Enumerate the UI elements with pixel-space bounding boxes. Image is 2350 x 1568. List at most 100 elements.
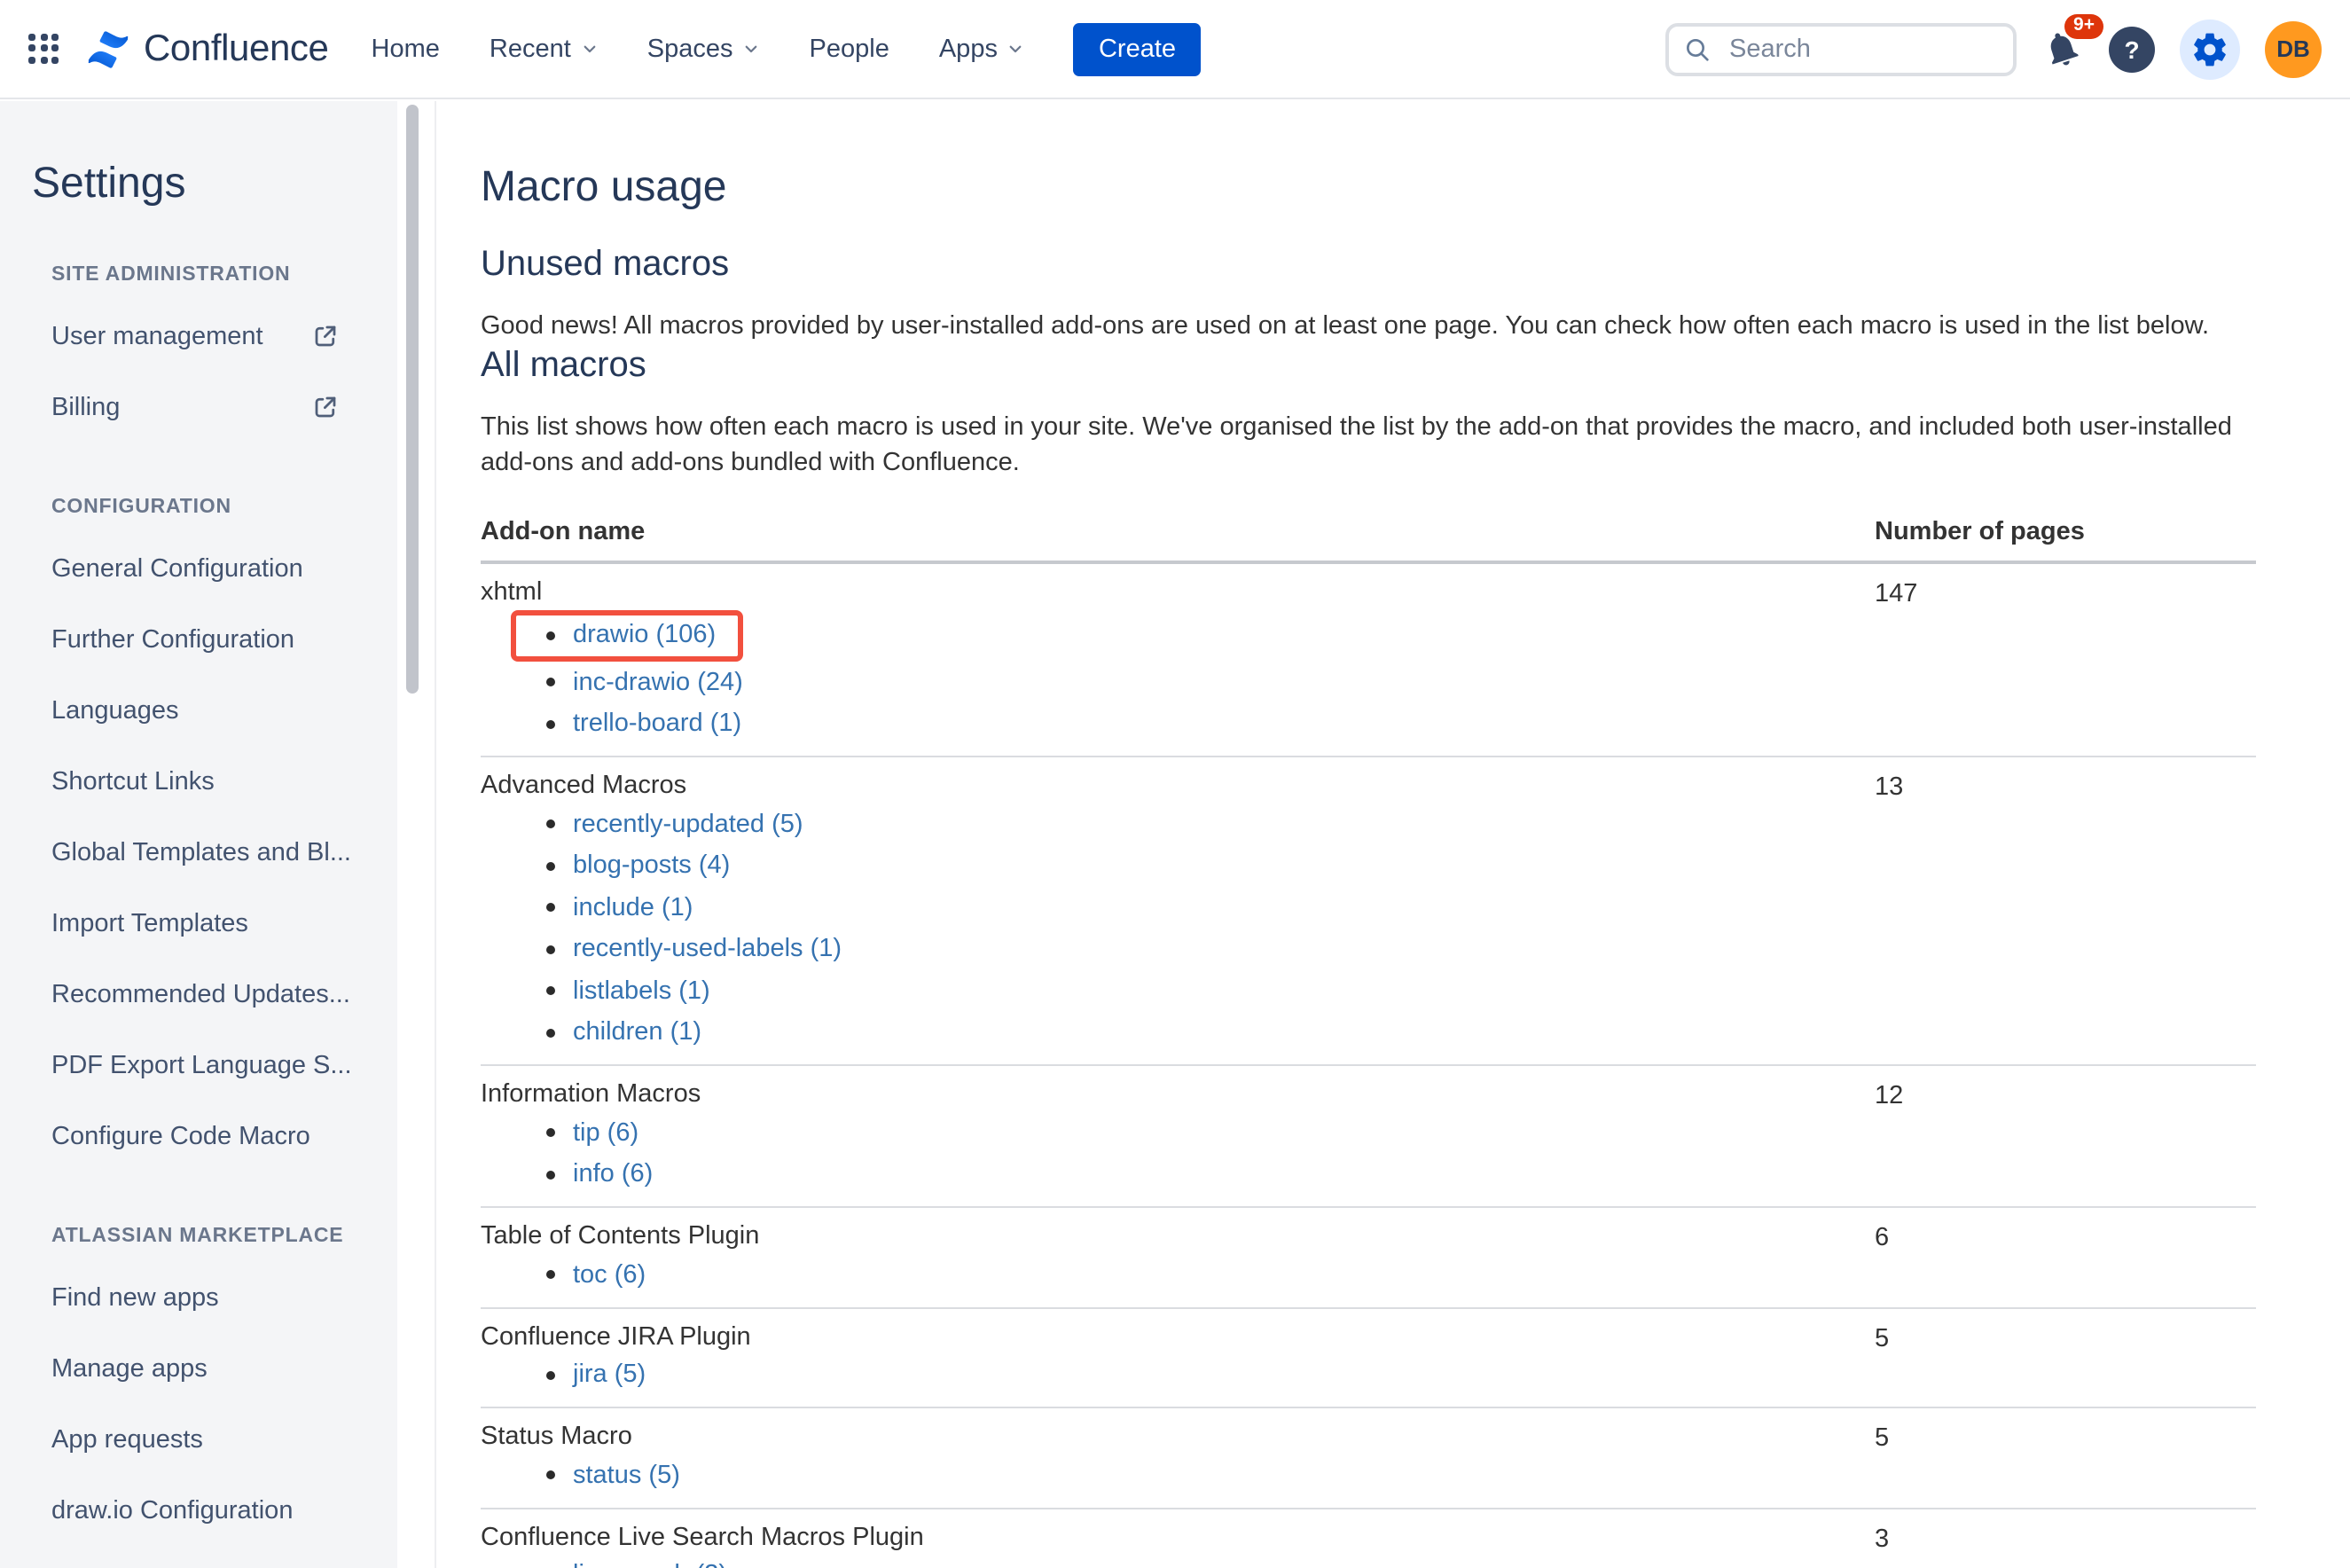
help-button[interactable]: ?: [2109, 26, 2155, 72]
sidebar-item-draw-io-configuration[interactable]: draw.io Configuration: [0, 1476, 397, 1547]
bullet-icon: [546, 631, 555, 639]
sidebar-item-user-management[interactable]: User management: [0, 302, 397, 372]
sidebar-item-general-configuration[interactable]: General Configuration: [0, 534, 397, 605]
macro-list-item: recently-updated (5): [481, 804, 1875, 845]
sidebar-item-manage-apps[interactable]: Manage apps: [0, 1334, 397, 1405]
top-navigation-bar: Confluence Home Recent Spaces People Apps Cr…: [0, 0, 2350, 99]
macro-link-children-1[interactable]: children (1): [573, 1015, 701, 1051]
macro-link-listlabels-1[interactable]: listlabels (1): [573, 974, 710, 1009]
bullet-icon: [546, 719, 555, 729]
macro-link-livesearch-3[interactable]: livesearch (3): [573, 1558, 727, 1568]
page-title: Macro usage: [481, 163, 727, 211]
bullet-icon: [546, 819, 555, 829]
sidebar-section-site-administration: SITE ADMINISTRATION User management Billin…: [0, 264, 397, 443]
sidebar-item-further-configuration[interactable]: Further Configuration: [0, 605, 397, 676]
addon-cell: Advanced Macros recently-updated (5) blog-…: [481, 768, 1875, 1054]
addon-cell: Confluence JIRA Plugin jira (5): [481, 1319, 1875, 1396]
settings-button-active[interactable]: [2180, 19, 2240, 79]
nav-item-people[interactable]: People: [810, 35, 889, 63]
sidebar-item-app-requests[interactable]: App requests: [0, 1405, 397, 1476]
addon-cell: Table of Contents Plugin toc (6): [481, 1219, 1875, 1296]
sidebar-item-global-templates-and-bl[interactable]: Global Templates and Bl...: [0, 818, 397, 889]
search-icon: [1687, 38, 1709, 60]
macro-link-include-1[interactable]: include (1): [573, 890, 693, 926]
user-avatar[interactable]: DB: [2265, 20, 2322, 77]
bullet-icon: [546, 986, 555, 996]
macro-link-tip-6[interactable]: tip (6): [573, 1116, 638, 1151]
macro-list-item: livesearch (3): [481, 1555, 1875, 1568]
sidebar-item-recommended-updates[interactable]: Recommended Updates...: [0, 960, 397, 1031]
nav-item-label: Apps: [938, 35, 998, 63]
sidebar-item-billing[interactable]: Billing: [0, 372, 397, 443]
section-heading-unused-macros: Unused macros: [481, 245, 730, 284]
bullet-icon: [546, 903, 555, 913]
macro-list: drawio (106) inc-drawio (24) trello-board …: [481, 610, 1875, 745]
sidebar-item-label: Further Configuration: [51, 626, 295, 655]
sidebar-item-label: General Configuration: [51, 555, 303, 584]
macro-list: livesearch (3): [481, 1555, 1875, 1568]
sidebar-item-label: Shortcut Links: [51, 768, 215, 796]
nav-item-label: Home: [371, 35, 440, 63]
gear-icon: [2194, 32, 2226, 66]
macro-list-item: tip (6): [481, 1112, 1875, 1154]
macro-link-jira-5[interactable]: jira (5): [573, 1358, 646, 1393]
pages-count: 13: [1875, 773, 1904, 802]
table-row-confluence-jira-plugin: Confluence JIRA Plugin jira (5) 5: [481, 1308, 2256, 1408]
table-row-table-of-contents-plugin: Table of Contents Plugin toc (6) 6: [481, 1208, 2256, 1308]
confluence-logo[interactable]: Confluence: [85, 26, 329, 72]
macro-list-item: drawio (106): [481, 610, 1875, 662]
confluence-app: Confluence Home Recent Spaces People Apps Cr…: [0, 0, 2350, 1568]
app-switcher-icon[interactable]: [28, 33, 60, 65]
nav-item-home[interactable]: Home: [372, 35, 440, 63]
macro-list-item: children (1): [481, 1012, 1875, 1054]
primary-nav: Home Recent Spaces People Apps: [372, 35, 1024, 63]
sidebar-item-label: Billing: [51, 394, 121, 422]
chevron-down-icon: [746, 45, 757, 53]
column-header-number-of-pages: Number of pages: [1875, 518, 2085, 546]
macro-list: jira (5): [481, 1354, 1875, 1396]
nav-item-label: Recent: [489, 35, 571, 63]
sidebar-item-shortcut-links[interactable]: Shortcut Links: [0, 747, 397, 818]
chevron-down-icon: [584, 45, 596, 53]
nav-item-recent[interactable]: Recent: [490, 35, 598, 63]
topnav-icon-cluster: 9+ ? DB: [2041, 13, 2322, 79]
search-input[interactable]: [1665, 22, 2017, 75]
macro-link-drawio-106[interactable]: drawio (106): [573, 617, 716, 653]
macro-link-recently-updated-5[interactable]: recently-updated (5): [573, 807, 803, 843]
sidebar-item-label: Import Templates: [51, 910, 248, 938]
macro-link-trello-board-1[interactable]: trello-board (1): [573, 707, 741, 742]
macro-link-status-5[interactable]: status (5): [573, 1458, 680, 1494]
create-button[interactable]: Create: [1073, 22, 1202, 75]
addon-name: Advanced Macros: [481, 772, 687, 800]
pages-count: 147: [1875, 580, 1918, 608]
sidebar-item-find-new-apps[interactable]: Find new apps: [0, 1263, 397, 1334]
macro-list-item: jira (5): [481, 1354, 1875, 1396]
sidebar-item-pdf-export-language-s[interactable]: PDF Export Language S...: [0, 1031, 397, 1102]
macro-link-info-6[interactable]: info (6): [573, 1157, 653, 1193]
addon-name: Confluence JIRA Plugin: [481, 1322, 751, 1351]
macro-link-inc-drawio-24[interactable]: inc-drawio (24): [573, 665, 743, 701]
all-macros-text: This list shows how often each macro is …: [481, 413, 2232, 477]
macro-list-item: listlabels (1): [481, 970, 1875, 1012]
notifications-button[interactable]: 9+: [2041, 13, 2103, 70]
bullet-icon: [546, 861, 555, 871]
sidebar-section-atlassian-marketplace: ATLASSIAN MARKETPLACE Find new apps Manage…: [0, 1226, 397, 1547]
sidebar-item-import-templates[interactable]: Import Templates: [0, 889, 397, 960]
addon-cell: Confluence Live Search Macros Plugin live…: [481, 1519, 1875, 1568]
macro-link-recently-used-labels-1[interactable]: recently-used-labels (1): [573, 932, 842, 968]
sidebar-item-languages[interactable]: Languages: [0, 676, 397, 747]
sidebar-item-label: App requests: [51, 1426, 203, 1454]
nav-item-spaces[interactable]: Spaces: [647, 35, 760, 63]
sidebar-item-label: Global Templates and Bl...: [51, 839, 351, 867]
macro-link-toc-6[interactable]: toc (6): [573, 1258, 646, 1293]
sidebar-section-heading: CONFIGURATION: [51, 497, 231, 518]
bullet-icon: [546, 945, 555, 954]
bullet-icon: [546, 1470, 555, 1480]
bullet-icon: [546, 1370, 555, 1380]
sidebar-section-heading: SITE ADMINISTRATION: [51, 264, 291, 286]
macro-link-blog-posts-4[interactable]: blog-posts (4): [573, 849, 730, 884]
sidebar-item-label: draw.io Configuration: [51, 1497, 294, 1525]
sidebar-item-configure-code-macro[interactable]: Configure Code Macro: [0, 1102, 397, 1172]
nav-item-apps[interactable]: Apps: [939, 35, 1024, 63]
sidebar-scrollbar-thumb[interactable]: [406, 105, 419, 694]
